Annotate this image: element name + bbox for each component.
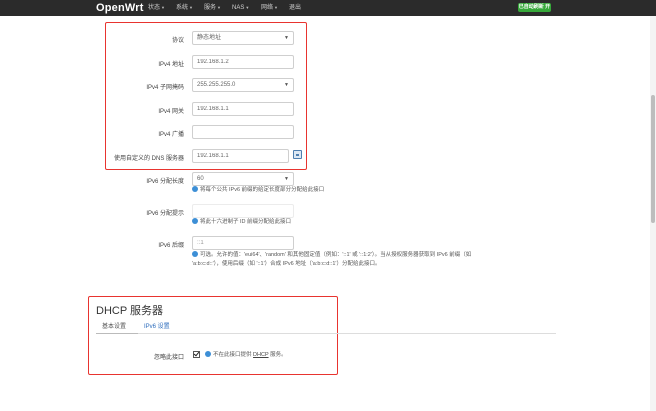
- ipv4-netmask-label: IPv4 子网掩码: [146, 85, 184, 91]
- nav-menu-system[interactable]: 系统▼: [176, 0, 193, 16]
- nav-menu-logout[interactable]: 退出: [289, 0, 301, 16]
- ipv4-address-input[interactable]: [192, 55, 294, 69]
- ipv6-assign-length-hint: 将每个公共 IPv6 前缀的给定长度部分分配给此接口: [192, 186, 324, 194]
- info-icon: [192, 186, 198, 192]
- chevron-down-icon: ▼: [274, 5, 278, 10]
- nav-menu-status[interactable]: 状态▼: [148, 0, 165, 16]
- ignore-interface-label: 忽略此接口: [153, 355, 184, 361]
- tab-ipv6-settings[interactable]: IPv6 设置: [144, 321, 170, 330]
- chevron-down-icon: ▼: [161, 5, 165, 10]
- chevron-down-icon: ▼: [284, 82, 289, 88]
- ipv6-assign-length-select[interactable]: 60 ▼: [192, 172, 294, 186]
- ignore-interface-hint: 不在此接口提供 DHCP 服务。: [205, 351, 287, 359]
- ignore-interface-checkbox[interactable]: [193, 351, 200, 358]
- chevron-down-icon: ▼: [284, 176, 289, 182]
- scrollbar-thumb[interactable]: [651, 95, 655, 223]
- auto-refresh-badge[interactable]: 已自动刷新 开: [518, 3, 551, 12]
- brand-logo[interactable]: OpenWrt: [96, 0, 144, 16]
- ipv4-broadcast-input[interactable]: [192, 125, 294, 139]
- ipv4-gateway-label: IPv4 网关: [158, 109, 184, 115]
- info-icon: [192, 251, 198, 257]
- ipv6-assign-length-label: IPv6 分配长度: [146, 179, 184, 185]
- nav-menu-nas[interactable]: NAS▼: [232, 0, 249, 16]
- ipv6-suffix-label: IPv6 后缀: [158, 243, 184, 249]
- info-icon: [192, 218, 198, 224]
- active-tab-indicator: [96, 333, 138, 334]
- ipv6-assign-hint-label: IPv6 分配提示: [146, 211, 184, 217]
- ipv4-gateway-input[interactable]: [192, 102, 294, 116]
- dhcp-tab-bar: 基本设置 IPv6 设置: [96, 318, 556, 334]
- protocol-select[interactable]: 静态地址 ▼: [192, 31, 294, 45]
- ipv6-assign-hint-input[interactable]: [192, 204, 294, 218]
- ipv4-broadcast-label: IPv4 广播: [158, 132, 184, 138]
- info-icon: [205, 351, 211, 357]
- ipv6-suffix-hint: 可选。允许的值：'eui64'、'random' 和其他固定值（例如：'::1'…: [192, 251, 471, 259]
- ipv6-suffix-hint-line2: 'a:b:c:d::'），使用后缀（如 '::1'）合成 IPv6 地址（'a:…: [192, 261, 381, 267]
- nav-menu-network[interactable]: 网络▼: [261, 0, 278, 16]
- protocol-label: 协议: [171, 38, 184, 44]
- custom-dns-input[interactable]: [192, 149, 289, 163]
- chevron-down-icon: ▼: [245, 5, 250, 10]
- add-dns-icon[interactable]: [293, 150, 302, 159]
- tab-basic-settings[interactable]: 基本设置: [102, 321, 126, 330]
- ipv6-assign-hint-hint: 将此十六进制子 ID 前缀分配给此接口: [192, 218, 291, 226]
- nav-menu-services[interactable]: 服务▼: [204, 0, 221, 16]
- ipv4-netmask-select[interactable]: 255.255.255.0 ▼: [192, 78, 294, 92]
- top-navbar: OpenWrt 状态▼ 系统▼ 服务▼ NAS▼ 网络▼ 退出 已自动刷新 开: [0, 0, 656, 16]
- ipv6-suffix-input[interactable]: [192, 236, 294, 250]
- chevron-down-icon: ▼: [189, 5, 193, 10]
- custom-dns-label: 使用自定义的 DNS 服务器: [113, 156, 184, 162]
- chevron-down-icon: ▼: [217, 5, 221, 10]
- chevron-down-icon: ▼: [284, 35, 289, 41]
- dhcp-link[interactable]: DHCP: [253, 352, 269, 358]
- ipv4-address-label: IPv4 地址: [158, 62, 184, 68]
- dhcp-section-title: DHCP 服务器: [96, 305, 164, 317]
